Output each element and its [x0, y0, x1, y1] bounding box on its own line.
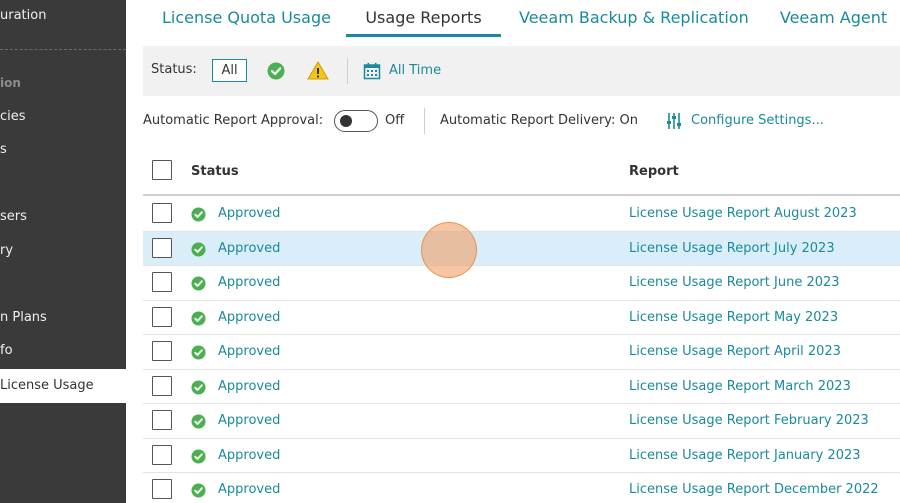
column-header-report[interactable]: Report: [629, 164, 679, 179]
auto-approval-state: Off: [385, 113, 405, 128]
row-report-link[interactable]: License Usage Report March 2023: [629, 379, 851, 394]
check-circle-icon: [191, 241, 206, 257]
row-checkbox[interactable]: [152, 341, 172, 361]
toggle-knob: [340, 115, 352, 127]
tab-veeam-backup-replication[interactable]: Veeam Backup & Replication: [519, 0, 749, 36]
tab-veeam-agent[interactable]: Veeam Agent: [776, 0, 891, 36]
row-report-link[interactable]: License Usage Report July 2023: [629, 241, 835, 256]
check-circle-icon: [191, 379, 206, 395]
check-circle-icon: [191, 345, 206, 360]
row-checkbox[interactable]: [152, 272, 172, 292]
check-circle-icon: [191, 483, 206, 498]
row-status[interactable]: Approved: [218, 241, 280, 256]
status-filter-bar: Status: All All Time: [143, 46, 900, 96]
check-circle-icon: [191, 448, 206, 464]
table-row[interactable]: Approved License Usage Report January 202…: [143, 439, 900, 473]
row-status[interactable]: Approved: [218, 344, 280, 359]
table-row[interactable]: Approved License Usage Report June 2023: [143, 266, 900, 301]
row-status[interactable]: Approved: [218, 275, 280, 290]
settings-separator: [424, 108, 425, 134]
sidebar-item-configuration[interactable]: uration: [0, 5, 46, 27]
configure-settings-link[interactable]: Configure Settings...: [691, 113, 824, 128]
row-status[interactable]: Approved: [218, 482, 280, 497]
row-checkbox[interactable]: [152, 237, 172, 258]
row-status[interactable]: Approved: [218, 310, 280, 325]
row-report-link[interactable]: License Usage Report December 2022: [629, 482, 879, 497]
sidebar-item-license-usage[interactable]: License Usage: [0, 369, 126, 403]
table-row[interactable]: Approved License Usage Report May 2023: [143, 301, 900, 335]
filter-warning-button[interactable]: [306, 59, 330, 83]
status-filter-label: Status:: [151, 62, 197, 77]
table-row[interactable]: Approved License Usage Report March 2023: [143, 370, 900, 404]
report-settings-bar: Automatic Report Approval: Off Automatic…: [143, 106, 900, 136]
sidebar-item-history[interactable]: ry: [0, 240, 13, 262]
column-header-status[interactable]: Status: [191, 164, 239, 179]
row-status[interactable]: Approved: [218, 206, 280, 221]
row-report-link[interactable]: License Usage Report August 2023: [629, 206, 857, 221]
table-row[interactable]: Approved License Usage Report April 2023: [143, 335, 900, 370]
table-row[interactable]: Approved License Usage Report August 2023: [143, 197, 900, 232]
sidebar-divider: [0, 49, 126, 50]
auto-approval-label: Automatic Report Approval:: [143, 113, 324, 128]
sidebar-item-users[interactable]: sers: [0, 206, 27, 228]
sidebar-group-header: ion: [0, 76, 21, 90]
row-checkbox[interactable]: [152, 306, 172, 327]
row-checkbox[interactable]: [152, 410, 172, 430]
check-circle-icon: [191, 310, 206, 326]
tab-usage-reports[interactable]: Usage Reports: [346, 0, 501, 37]
row-status[interactable]: Approved: [218, 379, 280, 394]
select-all-checkbox[interactable]: [152, 160, 172, 180]
row-report-link[interactable]: License Usage Report June 2023: [629, 275, 840, 290]
row-report-link[interactable]: License Usage Report February 2023: [629, 413, 869, 428]
row-checkbox[interactable]: [152, 203, 172, 223]
table-row[interactable]: Approved License Usage Report December 20…: [143, 473, 900, 503]
row-report-link[interactable]: License Usage Report May 2023: [629, 310, 838, 325]
check-circle-icon: [191, 414, 206, 429]
sidebar-item-policies[interactable]: cies: [0, 106, 26, 128]
row-report-link[interactable]: License Usage Report April 2023: [629, 344, 841, 359]
row-report-link[interactable]: License Usage Report January 2023: [629, 448, 861, 463]
table-header: Status Report: [143, 154, 900, 196]
table-row[interactable]: Approved License Usage Report February 20…: [143, 404, 900, 439]
table-row[interactable]: Approved License Usage Report July 2023: [143, 231, 900, 266]
auto-delivery-status: Automatic Report Delivery: On: [440, 113, 639, 128]
sidebar-item-3[interactable]: s: [0, 139, 7, 161]
row-status[interactable]: Approved: [218, 448, 280, 463]
sidebar: uration ion cies s sers ry n Plans fo Li…: [0, 0, 126, 503]
filter-all-button[interactable]: All: [212, 59, 247, 82]
row-checkbox[interactable]: [152, 479, 172, 499]
check-circle-icon: [191, 207, 206, 222]
row-checkbox[interactable]: [152, 444, 172, 465]
tab-bar: License Quota Usage Usage Reports Veeam …: [126, 0, 900, 38]
calendar-icon[interactable]: [363, 62, 381, 80]
filter-separator: [347, 58, 348, 84]
row-status[interactable]: Approved: [218, 413, 280, 428]
tab-license-quota-usage[interactable]: License Quota Usage: [162, 0, 331, 36]
sidebar-item-info[interactable]: fo: [0, 340, 13, 362]
sidebar-item-plans[interactable]: n Plans: [0, 307, 47, 329]
check-circle-icon: [191, 276, 206, 291]
click-indicator: [421, 222, 477, 278]
auto-approval-toggle[interactable]: [334, 110, 378, 132]
sidebar-active-notch: [118, 374, 127, 392]
sliders-icon[interactable]: [665, 112, 683, 130]
time-range-link[interactable]: All Time: [389, 63, 441, 78]
filter-approved-button[interactable]: [265, 60, 287, 82]
row-checkbox[interactable]: [152, 375, 172, 396]
